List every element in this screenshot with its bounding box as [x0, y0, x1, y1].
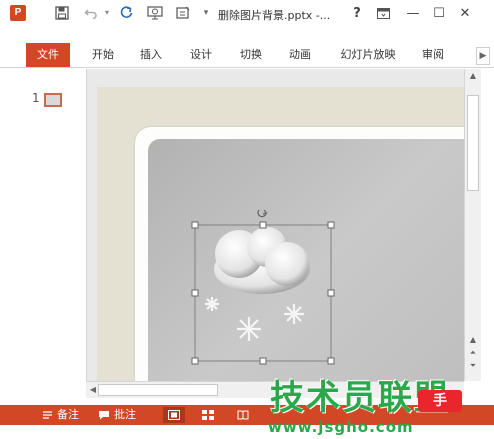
comment-icon — [99, 411, 109, 420]
notes-label: 备注 — [57, 408, 79, 421]
slide-number: 1 — [32, 91, 40, 105]
tab-home[interactable]: 开始 — [83, 42, 123, 68]
tab-design[interactable]: 设计 — [181, 42, 221, 68]
tab-slideshow[interactable]: 幻灯片放映 — [334, 42, 402, 68]
close-button[interactable]: ✕ — [454, 3, 476, 23]
customize-icon[interactable]: ▾ — [197, 4, 215, 22]
ribbon-display-button[interactable] — [372, 3, 394, 23]
rotate-handle[interactable] — [257, 209, 268, 218]
snowflake-image — [205, 297, 304, 341]
normal-view-button[interactable] — [163, 407, 185, 423]
from-beginning-icon[interactable] — [146, 4, 164, 22]
minimize-button[interactable]: — — [402, 3, 424, 23]
reading-view-icon — [237, 410, 249, 420]
slide-sorter-button[interactable] — [197, 407, 219, 423]
comments-label: 批注 — [114, 408, 136, 421]
tab-review[interactable]: 审阅 — [413, 42, 453, 68]
tab-insert[interactable]: 插入 — [131, 42, 171, 68]
watermark: 技术员联盟 手 www.jsgho.com — [268, 370, 494, 439]
vertical-scroll-thumb[interactable] — [467, 95, 479, 191]
ribbon-tabs: 文件 开始 插入 设计 切换 动画 幻灯片放映 审阅 ▶ — [0, 42, 494, 68]
cloud-image — [214, 227, 310, 294]
watermark-url: www.jsgho.com — [268, 418, 414, 436]
vertical-scrollbar[interactable]: ▲ ▲ ⏶ ⏷ — [464, 69, 481, 381]
window-title: 删除图片背景.pptx -... — [218, 9, 331, 22]
tab-transitions[interactable]: 切换 — [231, 42, 271, 68]
normal-view-icon — [168, 410, 180, 420]
scroll-up-icon[interactable]: ▲ — [465, 69, 481, 83]
slide-editing-area[interactable] — [86, 69, 464, 381]
notes-button[interactable]: 备注 — [42, 405, 79, 425]
undo-dropdown-icon[interactable]: ▾ — [98, 4, 116, 22]
title-bar: P ▾ ▾ 删除图片背景.pptx -... ? — ☐ ✕ — [0, 0, 494, 27]
ribbon-scroll-right-button[interactable]: ▶ — [476, 47, 490, 65]
scroll-up-small-icon[interactable]: ▲ — [465, 333, 481, 347]
tab-file[interactable]: 文件 — [26, 43, 70, 67]
save-icon[interactable] — [53, 4, 71, 22]
touch-mode-icon[interactable] — [174, 4, 192, 22]
maximize-button[interactable]: ☐ — [428, 3, 450, 23]
previous-slide-icon[interactable]: ⏶ — [465, 346, 481, 360]
slides-pane: 1 — [0, 69, 86, 405]
tab-animations[interactable]: 动画 — [280, 42, 320, 68]
watermark-badge: 手 — [418, 390, 462, 412]
horizontal-scroll-thumb[interactable] — [98, 384, 218, 396]
selected-picture[interactable] — [187, 209, 337, 379]
notes-icon — [43, 411, 52, 419]
reading-view-button[interactable] — [232, 407, 254, 423]
slide-thumbnail[interactable] — [44, 93, 62, 107]
powerpoint-app-icon[interactable]: P — [10, 5, 26, 21]
comments-button[interactable]: 批注 — [98, 405, 136, 425]
slide-sorter-icon — [202, 410, 214, 420]
redo-icon[interactable] — [117, 4, 135, 22]
help-button[interactable]: ? — [346, 3, 368, 23]
